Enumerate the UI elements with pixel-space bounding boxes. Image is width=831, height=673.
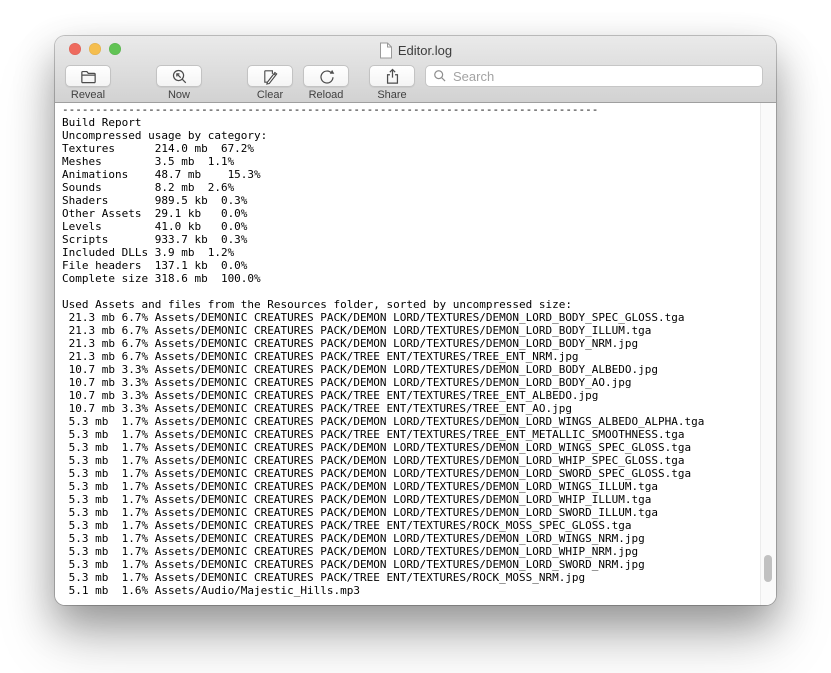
log-line: 5.1 mb 1.6% Assets/Audio/Majestic_Hills.… <box>62 584 760 597</box>
log-line: 21.3 mb 6.7% Assets/DEMONIC CREATURES PA… <box>62 350 760 363</box>
log-line: 5.3 mb 1.7% Assets/DEMONIC CREATURES PAC… <box>62 506 760 519</box>
log-line: 5.3 mb 1.7% Assets/DEMONIC CREATURES PAC… <box>62 467 760 480</box>
now-button[interactable] <box>156 65 202 87</box>
reveal-button[interactable] <box>65 65 111 87</box>
log-line: 5.3 mb 1.7% Assets/DEMONIC CREATURES PAC… <box>62 441 760 454</box>
log-line: 5.3 mb 1.7% Assets/DEMONIC CREATURES PAC… <box>62 493 760 506</box>
share-label: Share <box>377 89 406 101</box>
editor-log-window: Editor.log Reveal <box>55 36 776 605</box>
log-line: 5.3 mb 1.7% Assets/DEMONIC CREATURES PAC… <box>62 428 760 441</box>
folder-icon <box>79 67 98 86</box>
share-button[interactable] <box>369 65 415 87</box>
clear-tool: Clear <box>247 65 293 101</box>
log-line: Used Assets and files from the Resources… <box>62 298 760 311</box>
search-input[interactable] <box>451 68 755 85</box>
log-line: Build Report <box>62 116 760 129</box>
log-line: Levels 41.0 kb 0.0% <box>62 220 760 233</box>
log-line: 21.3 mb 6.7% Assets/DEMONIC CREATURES PA… <box>62 324 760 337</box>
log-line: 5.3 mb 1.7% Assets/DEMONIC CREATURES PAC… <box>62 545 760 558</box>
log-line: 10.7 mb 3.3% Assets/DEMONIC CREATURES PA… <box>62 389 760 402</box>
log-line: 10.7 mb 3.3% Assets/DEMONIC CREATURES PA… <box>62 363 760 376</box>
now-tool: Now <box>156 65 202 101</box>
clear-button[interactable] <box>247 65 293 87</box>
log-line: 5.3 mb 1.7% Assets/DEMONIC CREATURES PAC… <box>62 571 760 584</box>
log-line: File headers 137.1 kb 0.0% <box>62 259 760 272</box>
log-line: Animations 48.7 mb 15.3% <box>62 168 760 181</box>
log-line: 5.3 mb 1.7% Assets/DEMONIC CREATURES PAC… <box>62 519 760 532</box>
log-line: ----------------------------------------… <box>62 103 760 116</box>
title-area: Editor.log <box>55 36 776 64</box>
log-line: Uncompressed usage by category: <box>62 129 760 142</box>
toolbar: Reveal Now <box>55 62 776 101</box>
log-line: 21.3 mb 6.7% Assets/DEMONIC CREATURES PA… <box>62 337 760 350</box>
log-line: Meshes 3.5 mb 1.1% <box>62 155 760 168</box>
log-line: 10.7 mb 3.3% Assets/DEMONIC CREATURES PA… <box>62 376 760 389</box>
share-tool: Share <box>369 65 415 101</box>
log-line: Sounds 8.2 mb 2.6% <box>62 181 760 194</box>
magnifier-arrow-icon <box>170 67 189 86</box>
log-line: 5.3 mb 1.7% Assets/DEMONIC CREATURES PAC… <box>62 480 760 493</box>
share-icon <box>383 67 402 86</box>
log-line <box>62 285 760 298</box>
window-title: Editor.log <box>398 43 452 58</box>
log-line: 5.3 mb 1.7% Assets/DEMONIC CREATURES PAC… <box>62 415 760 428</box>
search-field[interactable] <box>425 65 763 87</box>
log-line: Shaders 989.5 kb 0.3% <box>62 194 760 207</box>
reveal-tool: Reveal <box>65 65 111 101</box>
log-content[interactable]: ----------------------------------------… <box>55 103 760 605</box>
reload-icon <box>317 67 336 86</box>
log-line: Scripts 933.7 kb 0.3% <box>62 233 760 246</box>
clear-label: Clear <box>257 89 283 101</box>
reload-label: Reload <box>309 89 344 101</box>
log-content-area: ----------------------------------------… <box>55 103 776 605</box>
reload-tool: Reload <box>303 65 349 101</box>
reload-button[interactable] <box>303 65 349 87</box>
titlebar[interactable]: Editor.log <box>55 36 776 62</box>
log-line: 5.3 mb 1.7% Assets/DEMONIC CREATURES PAC… <box>62 558 760 571</box>
log-line: 10.7 mb 3.3% Assets/DEMONIC CREATURES PA… <box>62 402 760 415</box>
log-line: 5.3 mb 1.7% Assets/DEMONIC CREATURES PAC… <box>62 454 760 467</box>
document-icon <box>379 42 393 59</box>
window-header: Editor.log Reveal <box>55 36 776 103</box>
vertical-scrollbar[interactable] <box>760 103 776 605</box>
log-line: Complete size 318.6 mb 100.0% <box>62 272 760 285</box>
log-line: Other Assets 29.1 kb 0.0% <box>62 207 760 220</box>
log-line: Included DLLs 3.9 mb 1.2% <box>62 246 760 259</box>
now-label: Now <box>168 89 190 101</box>
clear-pencil-icon <box>261 67 280 86</box>
scrollbar-thumb[interactable] <box>764 555 772 582</box>
search-icon <box>433 69 447 83</box>
log-line: Textures 214.0 mb 67.2% <box>62 142 760 155</box>
reveal-label: Reveal <box>71 89 105 101</box>
log-line: 5.3 mb 1.7% Assets/DEMONIC CREATURES PAC… <box>62 532 760 545</box>
log-line: 21.3 mb 6.7% Assets/DEMONIC CREATURES PA… <box>62 311 760 324</box>
